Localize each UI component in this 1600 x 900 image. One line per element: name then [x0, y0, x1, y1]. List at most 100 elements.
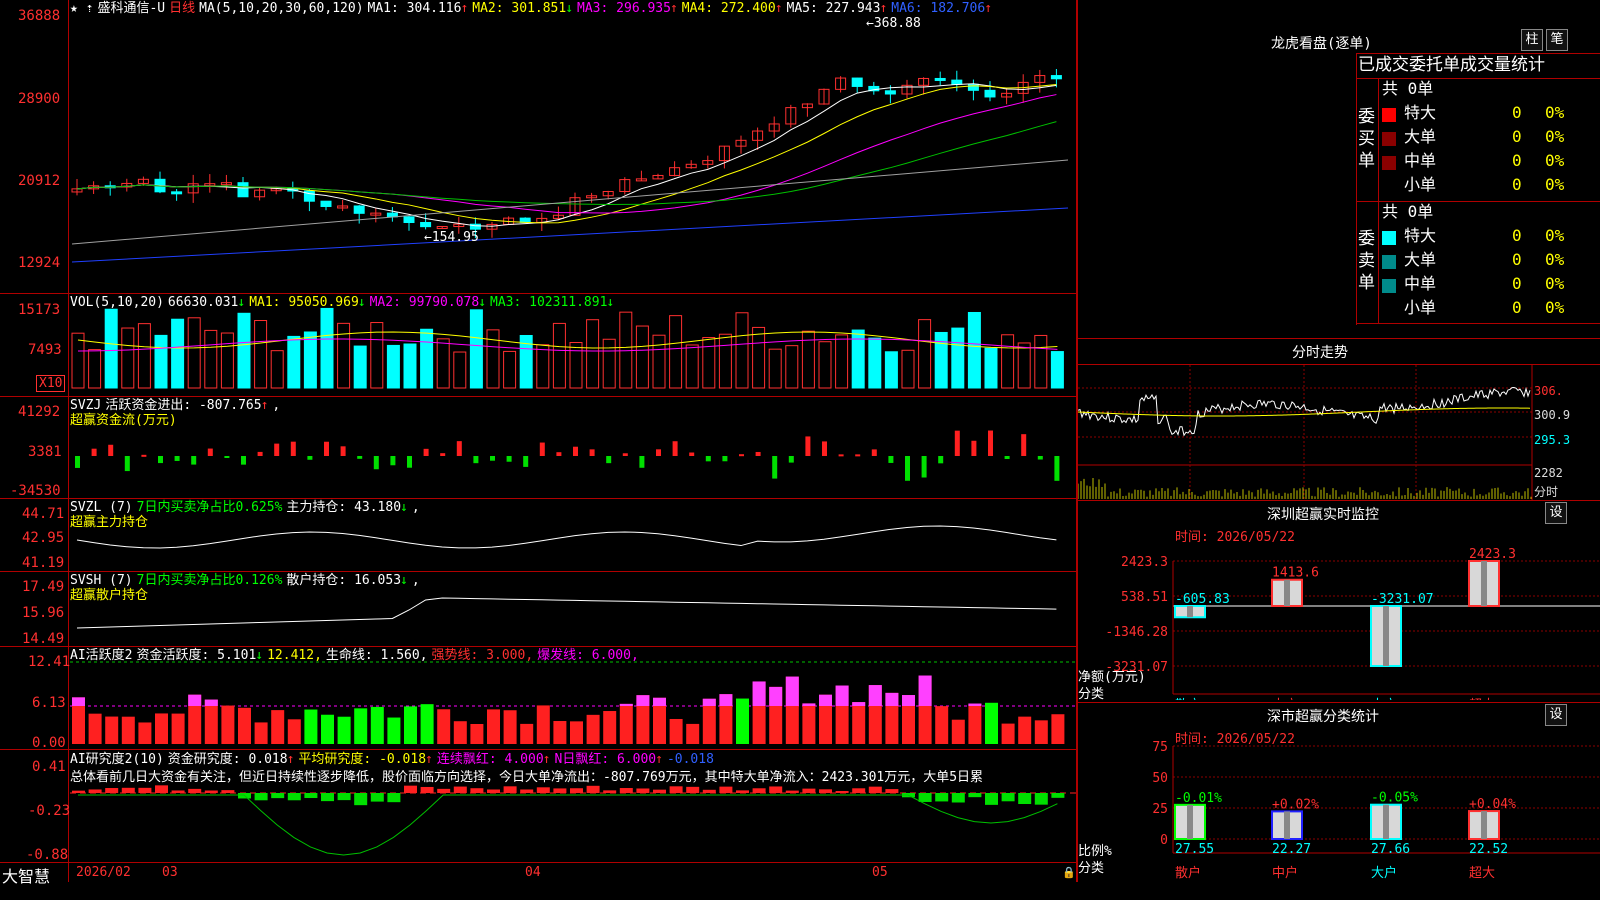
research-bar [155, 785, 168, 793]
lock-icon[interactable]: 🔒 [1062, 866, 1076, 879]
settings-button[interactable]: 设 [1545, 502, 1567, 524]
main-chart-area[interactable]: ★ ⇡ 盛科通信-U 日线 MA(5,10,20,30,60,120) MA1: 304… [0, 0, 1078, 886]
volume-bar [752, 326, 766, 389]
vol-label: VOL(5,10,20) [70, 295, 164, 310]
flow-bar [141, 454, 147, 457]
ai2-summary: 总体看前几日大资金有关注，但近日持续性逐步降低，股价面临方向选择，今日大单净流出… [70, 770, 984, 785]
svzj-header: SVZJ 活跃资金进出: -807.765↑, [70, 398, 281, 413]
category-label: 散户 [1175, 697, 1201, 700]
flow-bar [207, 448, 213, 456]
retail-hold-line [76, 597, 1057, 629]
flow-bar [75, 456, 80, 468]
flow-bar [622, 453, 628, 456]
low-annotation: ←154.95 [424, 230, 479, 245]
activity-bar [404, 706, 417, 744]
research-bar [171, 790, 185, 793]
ai2-t4: N日飘红: 6.000 [554, 752, 657, 767]
flow-bar [755, 451, 761, 456]
bar-mode-button[interactable]: 柱 [1521, 29, 1543, 51]
bar-value-label: 22.52 [1469, 842, 1508, 857]
svsh-axis-label: 14.49 [22, 631, 65, 647]
order-size-label: 特大 [1404, 226, 1437, 245]
activity-bar [287, 719, 301, 744]
flow-bar [988, 430, 993, 456]
research-bar [437, 788, 451, 793]
candle-body [934, 77, 946, 81]
volume-bar [303, 331, 317, 389]
candle-body [171, 191, 183, 195]
order-pct: 0% [1545, 274, 1565, 293]
activity-bar [354, 708, 368, 744]
activity-bar [138, 722, 152, 744]
research-bar [138, 787, 152, 793]
activity-bar [1051, 714, 1065, 744]
bar-change-label: +0.02% [1272, 797, 1319, 812]
main-hold-line [76, 525, 1057, 549]
order-count: 0 [1512, 175, 1522, 194]
research-bar [121, 787, 135, 793]
flow-bar [158, 456, 163, 464]
divider [1356, 53, 1357, 325]
svzl-text2: 主力持仓: 43.180 [286, 500, 402, 515]
svzj-axis-label: 41292 [18, 404, 61, 420]
ai1-t5: 爆发线: 6.000, [537, 648, 639, 663]
ai1-t3: 生命线: 1.560, [325, 648, 428, 663]
flow-bar [407, 456, 412, 468]
bar-shade [1481, 561, 1487, 606]
flow-bar [905, 456, 910, 481]
research-bar [453, 786, 467, 793]
flow-bar [822, 441, 827, 456]
activity-bar-top [968, 703, 982, 706]
svzl-axis-label: 44.71 [22, 506, 65, 522]
settings-button[interactable]: 设 [1545, 704, 1567, 726]
research-bar [619, 788, 633, 793]
ai1-bars [70, 661, 1076, 744]
candle-body [851, 77, 863, 87]
flow-bar [191, 456, 197, 465]
order-size-label: 大单 [1404, 250, 1437, 269]
order-size-label: 特大 [1404, 103, 1437, 122]
volume-bar [403, 343, 417, 389]
flow-bar [224, 456, 230, 458]
volume-bar [735, 312, 749, 389]
volume-bar [171, 318, 185, 389]
volume-bar [270, 350, 284, 389]
flow-bar [871, 449, 877, 456]
axis-tick: 50 [1152, 771, 1168, 786]
activity-bar [586, 714, 600, 744]
flow-bar [108, 444, 114, 456]
research-bar [835, 790, 849, 793]
research-bar [72, 790, 85, 793]
research-bar [553, 788, 567, 793]
activity-bar [669, 718, 683, 744]
ma-line [76, 83, 1057, 227]
buy-orders-label: 委买单 [1358, 107, 1375, 171]
activity-bar-top [852, 702, 866, 706]
vol-scale-badge[interactable]: X10 [36, 375, 66, 392]
volume-bar [951, 327, 965, 389]
activity-bar-top [835, 685, 849, 706]
svzj-bars [75, 430, 1060, 481]
flow-bar [1054, 456, 1060, 481]
volume-bar [137, 323, 151, 389]
flow-bar [888, 456, 894, 463]
tick-mode-button[interactable]: 笔 [1546, 29, 1568, 51]
fenshi-axis-label: 295.3 [1534, 433, 1571, 447]
volume-bar [669, 315, 683, 389]
app-logo[interactable]: 大智慧 [2, 863, 50, 887]
activity-bar [570, 721, 583, 744]
buy-total: 共 0单 [1382, 79, 1434, 98]
activity-bar [1001, 723, 1015, 744]
research-bar [752, 788, 766, 793]
research-bar [769, 786, 783, 793]
date-label: 03 [162, 865, 178, 880]
research-bar [271, 793, 285, 799]
flow-bar [340, 446, 346, 456]
divider [1078, 702, 1600, 703]
research-bar [951, 793, 965, 803]
intraday-chart[interactable] [1078, 365, 1600, 500]
vol-ma3: MA3: 102311.891 [490, 295, 608, 310]
svzj-label: SVZJ [70, 398, 102, 413]
chart-canvas [70, 68, 1076, 856]
volume-bar [768, 348, 782, 389]
